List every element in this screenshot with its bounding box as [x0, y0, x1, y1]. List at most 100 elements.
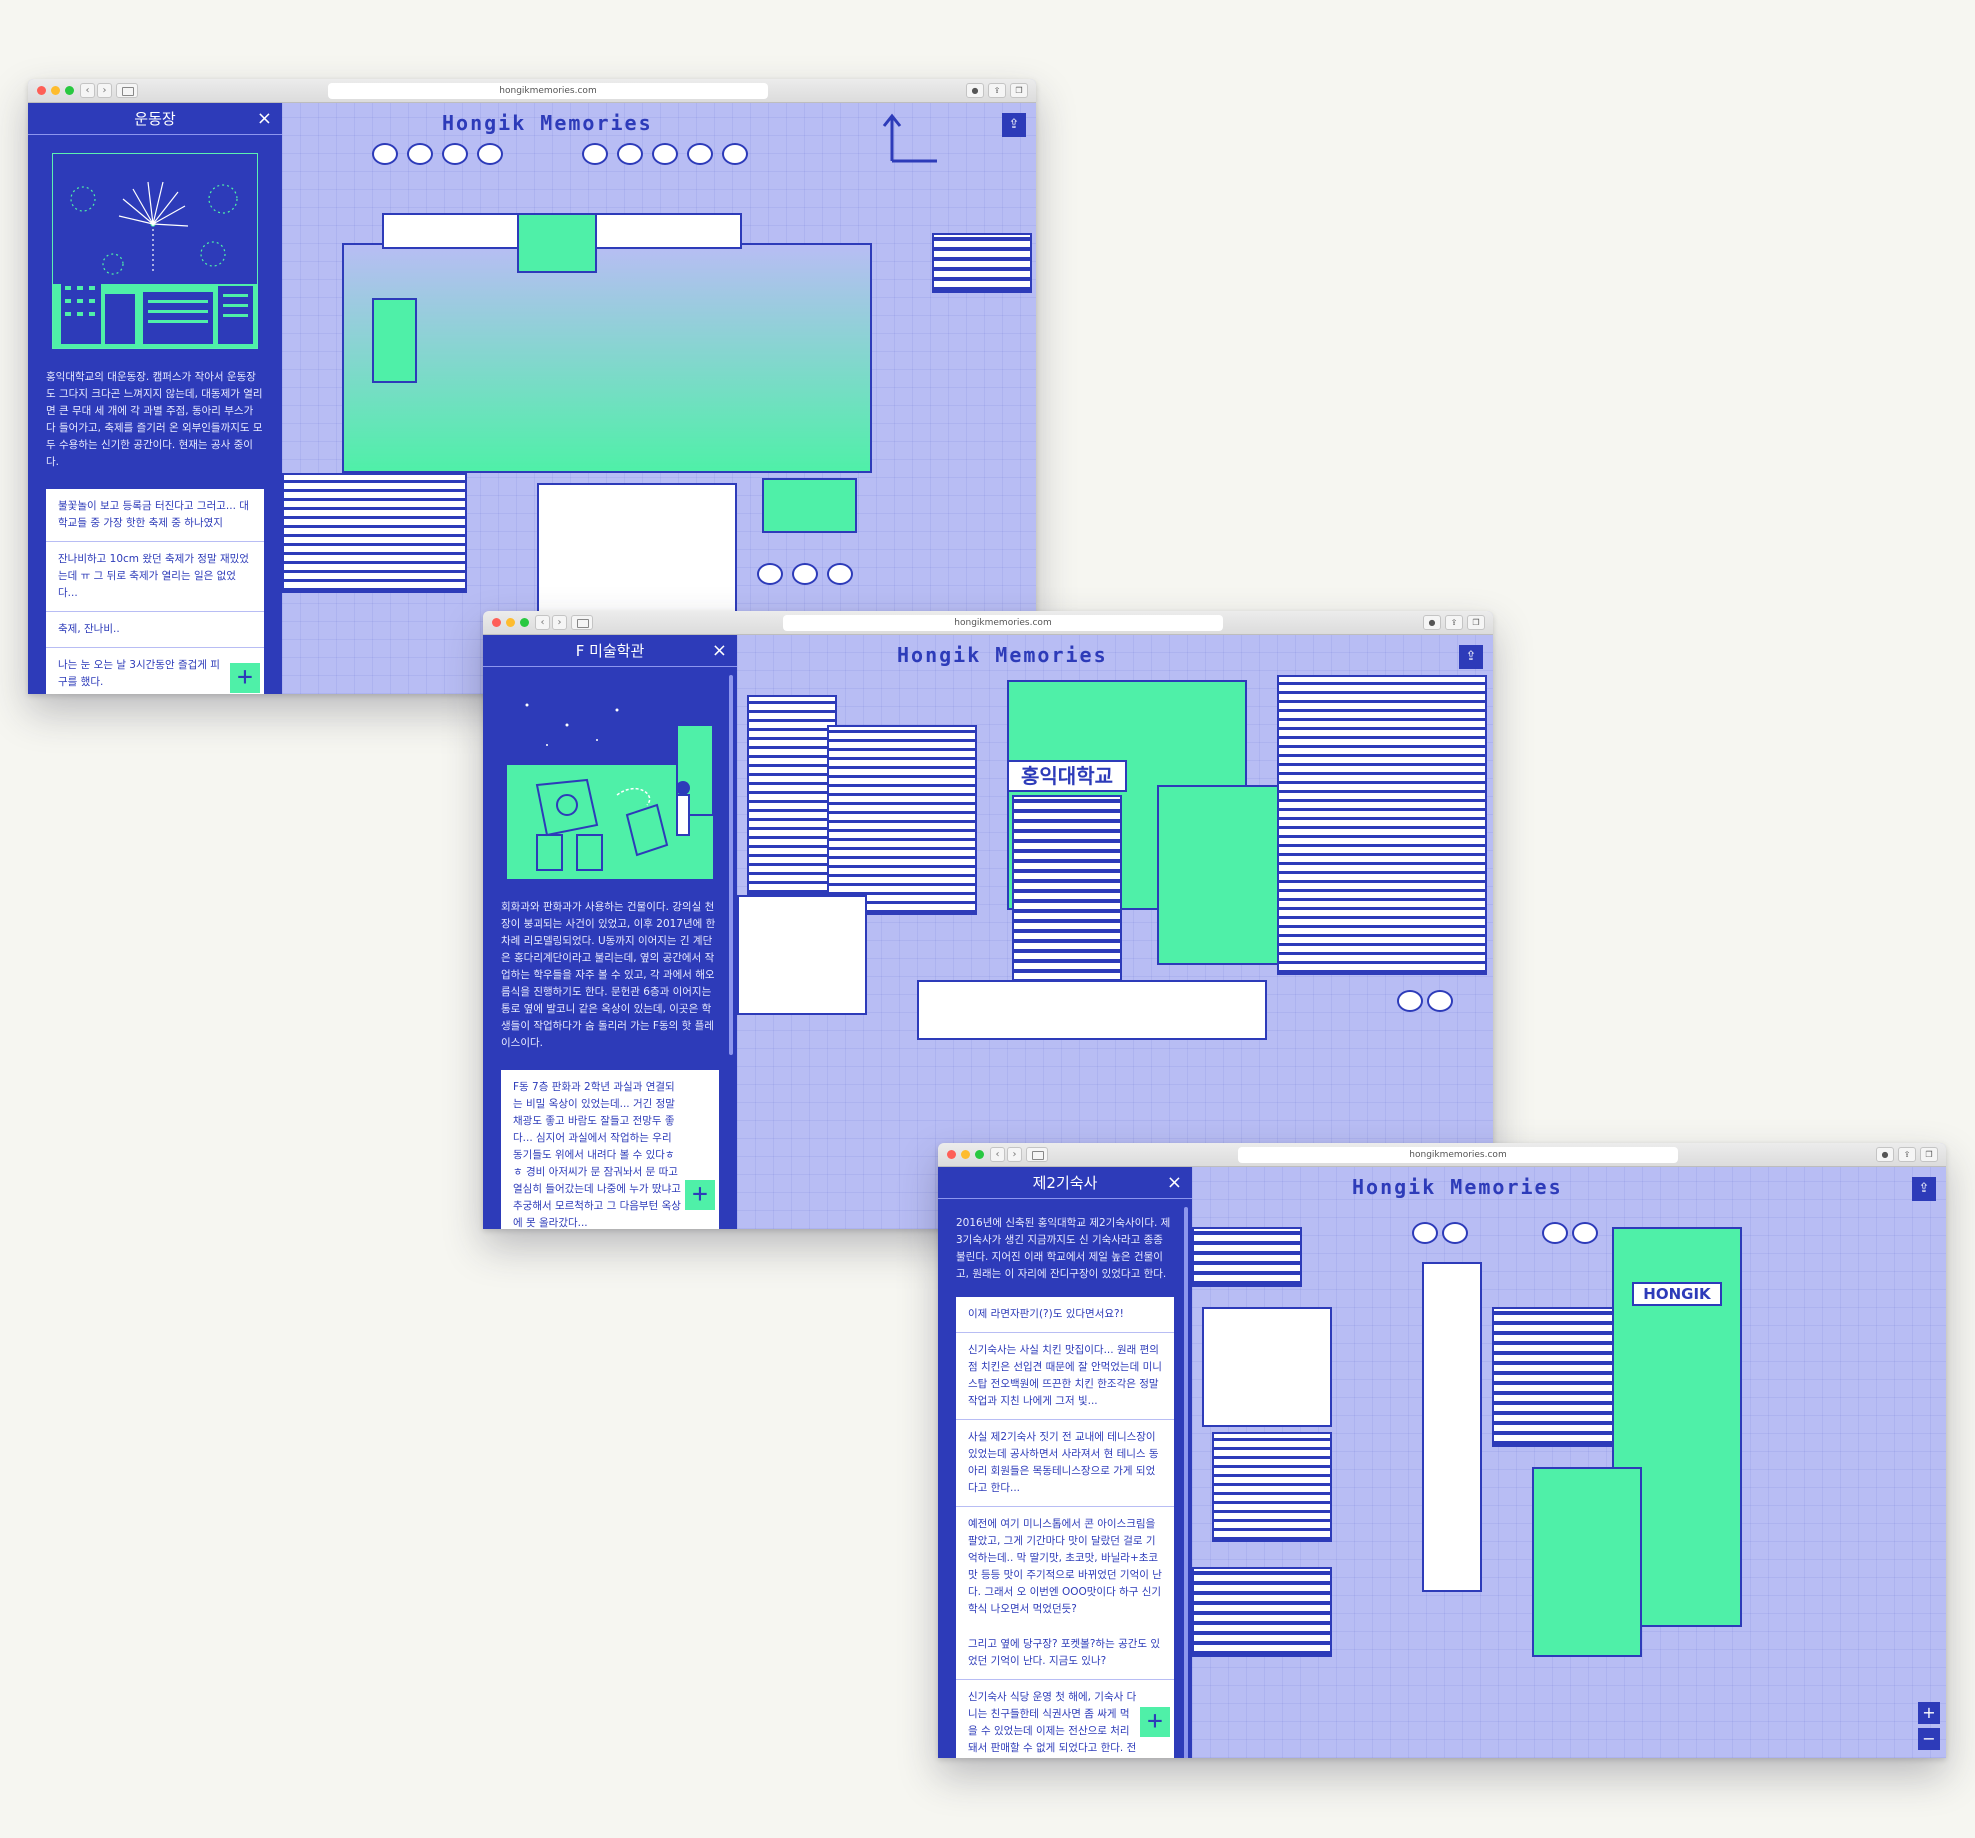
tabs-icon[interactable]: ❐	[1010, 83, 1028, 98]
place-description: 홍익대학교의 대운동장. 캠퍼스가 작아서 운동장도 그다지 크다곤 느껴지지 …	[46, 371, 263, 468]
zoom-in-button[interactable]: +	[1918, 1702, 1940, 1724]
share-browser-icon[interactable]: ⇪	[1898, 1147, 1916, 1162]
rooftop-illustration-art	[507, 685, 713, 879]
download-icon[interactable]: ●	[1423, 615, 1441, 630]
panel-header: 운동장 ×	[28, 103, 282, 135]
back-button[interactable]: ‹	[80, 83, 95, 98]
panel-header: 제2기숙사 ×	[938, 1167, 1192, 1199]
comment-card[interactable]: 사실 제2기숙사 짓기 전 교내에 테니스장이 있었는데 공사하면서 사라져서 …	[956, 1420, 1174, 1507]
tree-icon	[1442, 1222, 1468, 1244]
campus-map[interactable]: Hongik Memories ⇪ HONGIK + −	[1192, 1167, 1946, 1758]
tree-icon	[372, 143, 398, 165]
site-logo[interactable]: Hongik Memories	[897, 643, 1108, 667]
zoom-out-button[interactable]: −	[1918, 1728, 1940, 1750]
share-browser-icon[interactable]: ⇪	[988, 83, 1006, 98]
share-browser-icon[interactable]: ⇪	[1445, 615, 1463, 630]
building-f[interactable]	[827, 725, 977, 915]
add-comment-button[interactable]: +	[685, 1180, 715, 1210]
comment-card[interactable]: 잔나비하고 10cm 왔던 축제가 정말 재밌었는데 ㅠ 그 뒤로 축제가 열리…	[46, 542, 264, 612]
panel-scrollbar[interactable]	[1184, 1207, 1188, 1758]
window-controls[interactable]	[37, 86, 74, 95]
close-icon[interactable]: ×	[1167, 1167, 1182, 1199]
forward-button[interactable]: ›	[1007, 1147, 1022, 1162]
tabs-icon[interactable]: ❐	[1467, 615, 1485, 630]
panel-title: F 미술학관	[575, 642, 645, 660]
tree-icon	[407, 143, 433, 165]
back-button[interactable]: ‹	[990, 1147, 1005, 1162]
address-bar[interactable]: hongikmemories.com	[1238, 1147, 1678, 1163]
comment-card[interactable]: 축제, 잔나비..	[46, 612, 264, 648]
share-icon[interactable]: ⇪	[1002, 113, 1026, 137]
building-mid-left[interactable]	[1202, 1307, 1332, 1427]
tree-icon	[1427, 990, 1453, 1012]
tall-center-building[interactable]	[1422, 1262, 1482, 1592]
tree-icon	[757, 563, 783, 585]
tree-icon	[582, 143, 608, 165]
tree-icon	[477, 143, 503, 165]
parking-lot[interactable]	[1212, 1432, 1332, 1542]
download-icon[interactable]: ●	[1876, 1147, 1894, 1162]
tree-icon	[652, 143, 678, 165]
tabs-icon[interactable]: ❐	[1920, 1147, 1938, 1162]
fireworks-illustration-art	[53, 181, 257, 348]
info-panel: 운동장 × 홍익대학교의 대운동장. 캠퍼스가 작아서 운동장도 그다지 크다곤…	[28, 103, 282, 694]
share-icon[interactable]: ⇪	[1459, 645, 1483, 669]
left-building[interactable]	[282, 473, 467, 593]
basketball-court[interactable]	[372, 298, 417, 383]
browser-toolbar: ‹ › hongikmemories.com ● ⇪ ❐	[483, 611, 1493, 635]
site-logo[interactable]: Hongik Memories	[1352, 1175, 1563, 1199]
window-controls[interactable]	[492, 618, 529, 627]
rooftop-illustration	[507, 685, 713, 879]
close-icon[interactable]: ×	[712, 635, 727, 667]
building-sign: 홍익대학교	[1007, 760, 1127, 792]
comment-card[interactable]: 예전에 여기 미니스톱에서 콘 아이스크림을 팔았고, 그게 기간마다 맛이 달…	[956, 1507, 1174, 1627]
dormitory-wing[interactable]	[1532, 1467, 1642, 1657]
playground-field[interactable]	[342, 243, 872, 473]
tree-icon	[1397, 990, 1423, 1012]
comment-card[interactable]: 신기숙사는 사실 치킨 맛집이다... 원래 편의점 치킨은 선입견 때문에 잘…	[956, 1333, 1174, 1420]
site-logo[interactable]: Hongik Memories	[442, 111, 653, 135]
browser-toolbar: ‹ › hongikmemories.com ● ⇪ ❐	[28, 79, 1036, 103]
building-bottom-left[interactable]	[1192, 1567, 1332, 1657]
info-panel: 제2기숙사 × 2016년에 신축된 홍익대학교 제2기숙사이다. 제3기숙사가…	[938, 1167, 1192, 1758]
building-sign: HONGIK	[1632, 1282, 1722, 1306]
close-icon[interactable]: ×	[257, 103, 272, 135]
sidebar-toggle-icon[interactable]	[1026, 1147, 1048, 1162]
forward-button[interactable]: ›	[97, 83, 112, 98]
place-description: 2016년에 신축된 홍익대학교 제2기숙사이다. 제3기숙사가 생긴 지금까지…	[956, 1217, 1171, 1280]
sidebar-toggle-icon[interactable]	[571, 615, 593, 630]
comment-card[interactable]: 불꽃놀이 보고 등록금 터진다고 그러고... 대학교들 중 가장 핫한 축제 …	[46, 489, 264, 542]
building-top-left[interactable]	[1192, 1227, 1302, 1287]
address-bar[interactable]: hongikmemories.com	[783, 615, 1223, 631]
right-building[interactable]	[932, 233, 1032, 293]
add-comment-button[interactable]: +	[230, 663, 260, 693]
stage-building[interactable]	[517, 213, 597, 273]
campus-map[interactable]: Hongik Memories ⇪ 홍익대학교	[737, 635, 1493, 1229]
building-front-left[interactable]	[737, 895, 867, 1015]
browser-toolbar: ‹ › hongikmemories.com ● ⇪ ❐	[938, 1143, 1946, 1167]
panel-scrollbar[interactable]	[729, 675, 733, 1055]
address-bar[interactable]: hongikmemories.com	[328, 83, 768, 99]
lower-block[interactable]	[917, 980, 1267, 1040]
panel-title: 운동장	[134, 110, 176, 128]
building-right[interactable]	[1277, 675, 1487, 975]
north-arrow-icon	[882, 113, 937, 163]
add-comment-button[interactable]: +	[1140, 1707, 1170, 1737]
back-button[interactable]: ‹	[535, 615, 550, 630]
window-controls[interactable]	[947, 1150, 984, 1159]
campus-map[interactable]: Hongik Memories ⇪	[282, 103, 1036, 694]
gymnasium[interactable]	[537, 483, 737, 613]
download-icon[interactable]: ●	[966, 83, 984, 98]
comment-card[interactable]: 그리고 옆에 당구장? 포켓볼?하는 공간도 있었던 기억이 난다. 지금도 있…	[956, 1627, 1174, 1680]
small-court[interactable]	[762, 478, 857, 533]
info-panel: F 미술학관 × 회화과와 판화과가 사용하는 건물이다. 강의실 천장이 붕괴…	[483, 635, 737, 1229]
comment-card[interactable]: 이제 라면자판기(?)도 있다면서요?!	[956, 1297, 1174, 1333]
building-left[interactable]	[747, 695, 837, 895]
browser-window-fine-arts: ‹ › hongikmemories.com ● ⇪ ❐ F 미술학관 × 회화…	[483, 611, 1493, 1229]
sidebar-toggle-icon[interactable]	[116, 83, 138, 98]
forward-button[interactable]: ›	[552, 615, 567, 630]
share-icon[interactable]: ⇪	[1912, 1177, 1936, 1201]
center-building[interactable]	[1492, 1307, 1622, 1447]
panel-title: 제2기숙사	[1032, 1174, 1098, 1192]
tree-icon	[1572, 1222, 1598, 1244]
